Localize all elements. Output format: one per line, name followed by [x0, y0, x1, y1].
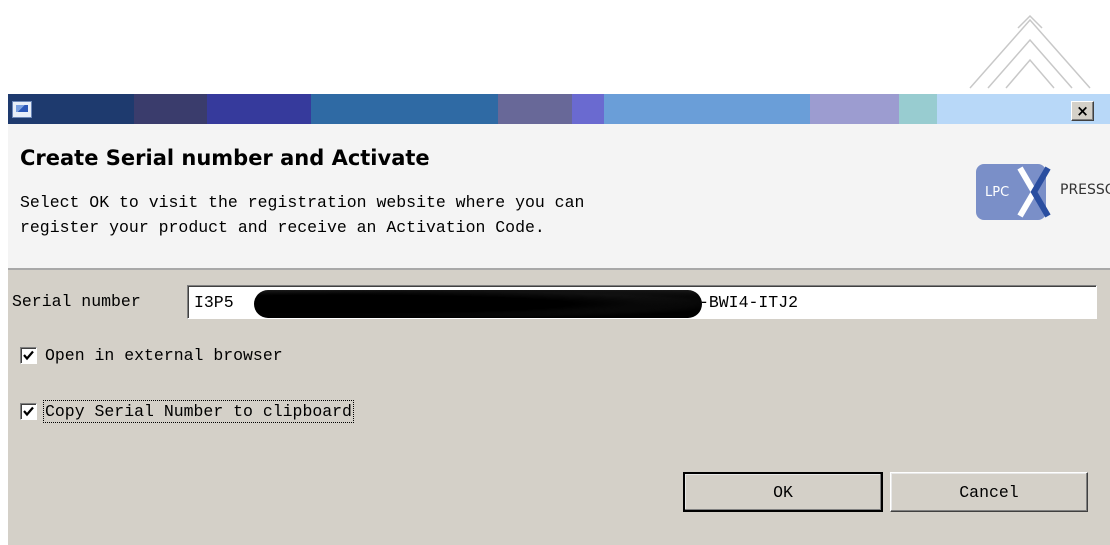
close-icon: ×: [1076, 102, 1089, 120]
open-external-browser-checkbox[interactable]: [20, 347, 37, 364]
title-bar-color-segment: [810, 94, 899, 124]
description-line: Select OK to visit the registration webs…: [20, 193, 585, 212]
activation-dialog: × Create Serial number and Activate Sele…: [8, 94, 1110, 545]
title-bar-color-segment: [498, 94, 572, 124]
logo-x-mark: [1017, 166, 1051, 218]
description-line: register your product and receive an Act…: [20, 218, 545, 237]
copy-serial-checkbox[interactable]: [20, 403, 37, 420]
open-external-browser-label: Open in external browser: [45, 346, 283, 365]
lpcxpresso-app-icon: [12, 101, 32, 118]
dialog-title: Create Serial number and Activate: [20, 146, 430, 170]
dialog-description: Select OK to visit the registration webs…: [20, 190, 584, 240]
copy-serial-option[interactable]: Copy Serial Number to clipboard: [20, 400, 354, 423]
redaction-scribble: [254, 290, 702, 318]
title-bar-color-segment: [604, 94, 810, 124]
title-bar[interactable]: [8, 94, 1110, 124]
title-bar-color-segment: [572, 94, 604, 124]
title-bar-color-segment: [311, 94, 498, 124]
cancel-button[interactable]: Cancel: [890, 472, 1088, 512]
dialog-header-banner: Create Serial number and Activate Select…: [8, 124, 1110, 270]
serial-number-label: Serial number: [12, 292, 141, 311]
open-external-browser-option[interactable]: Open in external browser: [20, 346, 283, 365]
copy-serial-label: Copy Serial Number to clipboard: [43, 400, 354, 423]
checkmark-icon: [23, 406, 34, 417]
close-button[interactable]: ×: [1071, 101, 1094, 121]
checkmark-icon: [23, 350, 34, 361]
title-bar-color-segment: [207, 94, 311, 124]
title-bar-color-segment: [134, 94, 207, 124]
lpcxpresso-logo: LPC PRESSO: [976, 164, 1110, 220]
logo-presso-text: PRESSO: [1060, 182, 1110, 198]
corner-decoration-graphic: [969, 14, 1091, 89]
title-bar-color-segment: [899, 94, 937, 124]
ok-button[interactable]: OK: [683, 472, 883, 512]
